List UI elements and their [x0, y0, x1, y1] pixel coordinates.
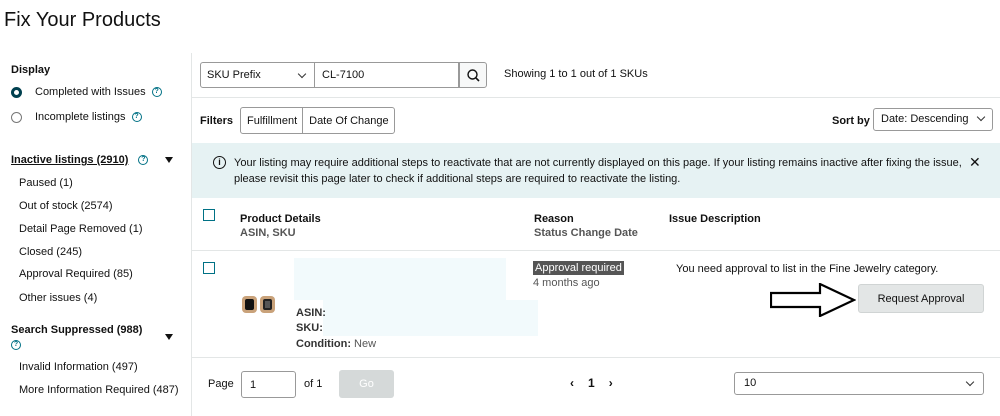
- search-input[interactable]: CL-7100: [315, 62, 459, 88]
- sidebar-item-closed[interactable]: Closed (245): [19, 246, 82, 258]
- filter-date-of-change[interactable]: Date Of Change: [302, 108, 394, 133]
- sidebar-item-invalid-information[interactable]: Invalid Information (497): [19, 361, 138, 373]
- header-status-change-date: Status Change Date: [534, 227, 638, 239]
- help-icon[interactable]: ?: [151, 87, 162, 97]
- chevron-down-icon: [976, 112, 986, 122]
- search-field-select[interactable]: SKU Prefix: [200, 62, 315, 88]
- sku-label: SKU:: [296, 322, 323, 334]
- go-button[interactable]: Go: [339, 370, 394, 398]
- page-title: Fix Your Products: [4, 9, 161, 31]
- row-checkbox[interactable]: [203, 262, 215, 274]
- collapse-triangle-icon[interactable]: [165, 334, 173, 340]
- per-page-value: 10: [744, 377, 757, 389]
- sidebar-item-out-of-stock[interactable]: Out of stock (2574): [19, 200, 113, 212]
- divider: [192, 250, 1000, 251]
- condition-value: New: [354, 338, 377, 350]
- redacted-title: [294, 258, 506, 300]
- redacted-identifiers: [323, 300, 538, 336]
- help-icon[interactable]: ?: [131, 112, 142, 122]
- display-heading: Display: [11, 64, 51, 76]
- header-issue-description: Issue Description: [669, 213, 761, 225]
- chevron-right-icon[interactable]: ›: [609, 376, 613, 390]
- radio-selected-icon: [11, 86, 22, 98]
- status-badge: Approval required: [533, 261, 624, 275]
- header-product-details: Product Details: [240, 213, 321, 225]
- search-suppressed-heading[interactable]: Search Suppressed (988): [11, 324, 142, 336]
- search-icon: [467, 69, 480, 82]
- help-icon[interactable]: ?: [138, 155, 149, 165]
- sidebar-item-other-issues[interactable]: Other issues (4): [19, 292, 97, 304]
- header-asin-sku: ASIN, SKU: [240, 227, 296, 239]
- per-page-select[interactable]: 10: [734, 372, 984, 395]
- radio-completed-with-issues[interactable]: Completed with Issues ?: [11, 86, 162, 98]
- header-reason: Reason: [534, 213, 574, 225]
- sidebar-item-approval-required[interactable]: Approval Required (85): [19, 268, 133, 280]
- sort-select-value: Date: Descending: [881, 113, 969, 125]
- pager: ‹ 1 ›: [570, 376, 613, 390]
- page-total-label: of 1: [304, 378, 323, 390]
- select-all-checkbox[interactable]: [203, 209, 215, 221]
- radio-incomplete-listings[interactable]: Incomplete listings ?: [11, 111, 142, 123]
- close-icon[interactable]: ✕: [969, 154, 981, 171]
- sidebar-item-more-information-required[interactable]: More Information Required (487): [19, 384, 179, 396]
- status-change-date: 4 months ago: [533, 277, 600, 289]
- sort-label: Sort by: [832, 115, 870, 127]
- radio-label: Completed with Issues: [35, 86, 146, 98]
- arrow-right-icon: [770, 283, 856, 317]
- product-thumbnail[interactable]: [241, 295, 277, 315]
- current-page: 1: [588, 376, 595, 390]
- radio-unselected-icon: [11, 111, 22, 123]
- inactive-listings-heading[interactable]: Inactive listings (2910) ?: [11, 154, 149, 166]
- sort-select[interactable]: Date: Descending: [873, 108, 993, 131]
- filters-label: Filters: [200, 115, 234, 127]
- info-banner-text: Your listing may require additional step…: [234, 157, 962, 185]
- sidebar-item-detail-page-removed[interactable]: Detail Page Removed (1): [19, 223, 143, 235]
- divider: [192, 357, 1000, 358]
- collapse-triangle-icon[interactable]: [165, 157, 173, 163]
- filter-fulfillment[interactable]: Fulfillment: [241, 108, 302, 133]
- inactive-listings-link[interactable]: Inactive listings (2910): [11, 154, 128, 166]
- sidebar-divider: [191, 53, 192, 416]
- issue-description: You need approval to list in the Fine Je…: [676, 263, 939, 275]
- chevron-left-icon[interactable]: ‹: [570, 376, 574, 390]
- results-count: Showing 1 to 1 out of 1 SKUs: [504, 68, 648, 80]
- help-icon[interactable]: ?: [11, 340, 21, 350]
- page-number-input[interactable]: 1: [241, 371, 296, 398]
- search-field-select-value: SKU Prefix: [207, 69, 261, 81]
- sidebar-item-paused[interactable]: Paused (1): [19, 177, 73, 189]
- chevron-down-icon: [965, 377, 975, 387]
- asin-label: ASIN:: [296, 307, 326, 319]
- search-button[interactable]: [459, 62, 487, 88]
- chevron-down-icon: [297, 69, 307, 79]
- radio-label: Incomplete listings: [35, 111, 126, 123]
- info-icon: i: [213, 156, 226, 169]
- page-label: Page: [208, 378, 234, 390]
- filter-group: Fulfillment Date Of Change: [240, 107, 395, 134]
- condition-label: Condition: New: [296, 338, 377, 350]
- request-approval-button[interactable]: Request Approval: [858, 284, 984, 313]
